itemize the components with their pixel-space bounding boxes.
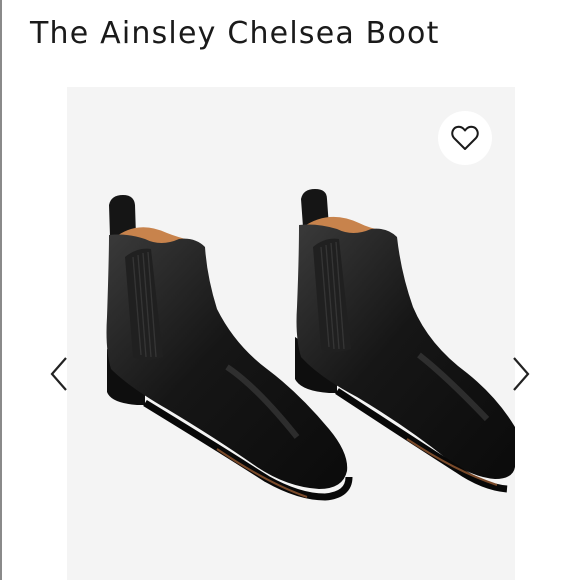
favorite-button[interactable]	[438, 111, 492, 165]
boots-image	[106, 189, 515, 501]
heart-outline-icon	[451, 125, 479, 150]
previous-photo-button[interactable]	[44, 352, 74, 396]
chevron-right-icon	[513, 357, 530, 391]
product-photo[interactable]	[67, 87, 515, 580]
chevron-left-icon	[50, 357, 67, 391]
next-photo-button[interactable]	[506, 352, 536, 396]
listing-title: The Ainsley Chelsea Boot	[30, 16, 440, 51]
page-edge-divider	[0, 0, 2, 580]
